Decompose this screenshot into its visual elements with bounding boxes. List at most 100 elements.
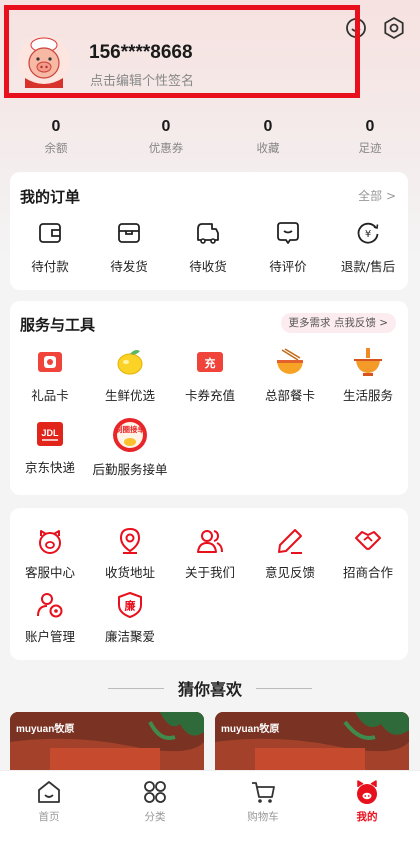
service-label: 总部餐卡 (264, 388, 315, 403)
service-logistics-orders[interactable]: 刷圈接单 后勤服务接单 (90, 415, 170, 478)
order-label: 待付款 (31, 259, 69, 274)
order-pending-receipt[interactable]: 待收货 (170, 220, 246, 275)
tab-mine[interactable]: 我的 (327, 779, 407, 824)
order-label: 待评价 (269, 259, 307, 274)
product-card[interactable]: muyuan牧原 (215, 712, 409, 772)
service-label: 卡券充值 (184, 388, 235, 403)
hotpot-icon (351, 345, 385, 379)
service-label: 京东快递 (24, 460, 75, 475)
tab-cart[interactable]: 购物车 (223, 779, 303, 824)
gift-card-icon (33, 345, 67, 379)
tab-label: 首页 (38, 811, 60, 823)
feedback-pill-button[interactable]: 更多需求 点我反馈 > (280, 313, 396, 333)
order-label: 待发货 (110, 259, 148, 274)
tool-label: 关于我们 (184, 565, 235, 580)
services-card: 服务与工具 更多需求 点我反馈 > 礼品卡 生鲜优选 充 卡券充值 总部餐卡 生… (10, 301, 408, 495)
recharge-badge-text: 充 (205, 356, 216, 370)
stat-label: 足迹 (358, 141, 382, 155)
orders-title: 我的订单 (20, 188, 81, 206)
service-label: 礼品卡 (31, 388, 69, 403)
tab-label: 分类 (144, 811, 166, 823)
orders-all-link[interactable]: 全部 > (358, 187, 396, 204)
handshake-icon (355, 531, 381, 550)
stat-label: 收藏 (256, 141, 280, 155)
product-brand: muyuan牧原 (221, 724, 280, 735)
tool-shipping-address[interactable]: 收货地址 (90, 526, 170, 581)
comment-icon (277, 222, 299, 244)
category-icon (144, 781, 166, 803)
orders-card: 我的订单 全部 > 待付款 待发货 待收货 待评价 ¥ 退款/售后 (10, 172, 408, 290)
truck-icon (197, 223, 219, 244)
stat-footprints[interactable]: 0 足迹 (330, 118, 410, 156)
home-icon (38, 781, 60, 803)
tool-label: 收货地址 (104, 565, 155, 580)
order-pending-shipment[interactable]: 待发货 (91, 220, 167, 275)
integrity-badge-text: 廉 (125, 599, 136, 613)
profile-highlight-box (4, 5, 360, 98)
services-title: 服务与工具 (20, 316, 96, 334)
tool-business-cooperation[interactable]: 招商合作 (328, 526, 408, 581)
order-taking-badge-text: 刷圈接单 (114, 424, 145, 434)
integrity-icon: 廉 (118, 592, 142, 618)
order-refund-aftersales[interactable]: ¥ 退款/售后 (330, 220, 406, 275)
service-hq-meal-card[interactable]: 总部餐卡 (250, 345, 330, 404)
order-label: 待收货 (189, 259, 227, 274)
wallet-icon (39, 223, 61, 243)
service-label: 生活服务 (342, 388, 393, 403)
stat-value: 0 (161, 118, 171, 135)
stat-value: 0 (263, 118, 273, 135)
people-icon (197, 530, 223, 553)
pencil-icon (278, 529, 302, 554)
order-pending-review[interactable]: 待评价 (250, 220, 326, 275)
tab-label: 我的 (356, 811, 378, 823)
cart-icon (252, 782, 275, 803)
refund-icon: ¥ (357, 222, 379, 244)
tool-feedback[interactable]: 意见反馈 (250, 526, 330, 581)
tool-integrity[interactable]: 廉 廉洁聚爱 (90, 590, 170, 645)
tab-label: 购物车 (247, 811, 279, 823)
service-fresh-select[interactable]: 生鲜优选 (90, 345, 170, 404)
product-brand: muyuan牧原 (16, 724, 75, 735)
stat-coupons[interactable]: 0 优惠券 (126, 118, 206, 156)
tool-label: 廉洁聚爱 (104, 629, 155, 644)
guess-you-like-title: 猜你喜欢 (177, 680, 242, 699)
service-card-recharge[interactable]: 充 卡券充值 (170, 345, 250, 404)
tool-about-us[interactable]: 关于我们 (170, 526, 250, 581)
stat-label: 优惠券 (148, 141, 184, 155)
account-settings-icon (37, 593, 63, 618)
tool-label: 意见反馈 (264, 565, 315, 580)
service-gift-card[interactable]: 礼品卡 (10, 345, 90, 404)
service-label: 生鲜优选 (104, 388, 155, 403)
tool-label: 账户管理 (24, 629, 75, 644)
tool-label: 客服中心 (24, 565, 75, 580)
customer-service-icon (39, 530, 61, 554)
lemon-icon (113, 345, 147, 379)
divider-right (256, 688, 312, 689)
settings-icon[interactable] (381, 15, 407, 41)
recharge-icon: 充 (193, 345, 227, 379)
service-label: 后勤服务接单 (92, 462, 168, 477)
location-icon (119, 527, 141, 554)
stat-value: 0 (51, 118, 61, 135)
service-life-services[interactable]: 生活服务 (328, 345, 408, 404)
bottom-tab-bar: 首页 分类 购物车 我的 (0, 770, 420, 859)
jd-logistics-icon: JDL (33, 417, 67, 451)
jd-badge-text: JDL (41, 428, 59, 438)
stat-favorites[interactable]: 0 收藏 (228, 118, 308, 156)
noodle-bowl-icon (273, 345, 307, 379)
stat-balance[interactable]: 0 余额 (16, 118, 96, 156)
box-icon (118, 223, 140, 243)
product-card[interactable]: muyuan牧原 (10, 712, 204, 772)
tab-category[interactable]: 分类 (115, 779, 195, 824)
tool-account-management[interactable]: 账户管理 (10, 590, 90, 645)
tools-card: 客服中心 收货地址 关于我们 意见反馈 招商合作 账户管理 廉 廉洁聚爱 (10, 508, 408, 660)
tool-label: 招商合作 (342, 565, 393, 580)
stat-label: 余额 (44, 141, 68, 155)
svg-text:¥: ¥ (365, 229, 371, 240)
stat-value: 0 (365, 118, 375, 135)
order-label: 退款/售后 (340, 259, 396, 274)
tab-home[interactable]: 首页 (9, 779, 89, 824)
service-jd-express[interactable]: JDL 京东快递 (10, 417, 90, 476)
tool-customer-service[interactable]: 客服中心 (10, 526, 90, 581)
order-pending-payment[interactable]: 待付款 (12, 220, 88, 275)
